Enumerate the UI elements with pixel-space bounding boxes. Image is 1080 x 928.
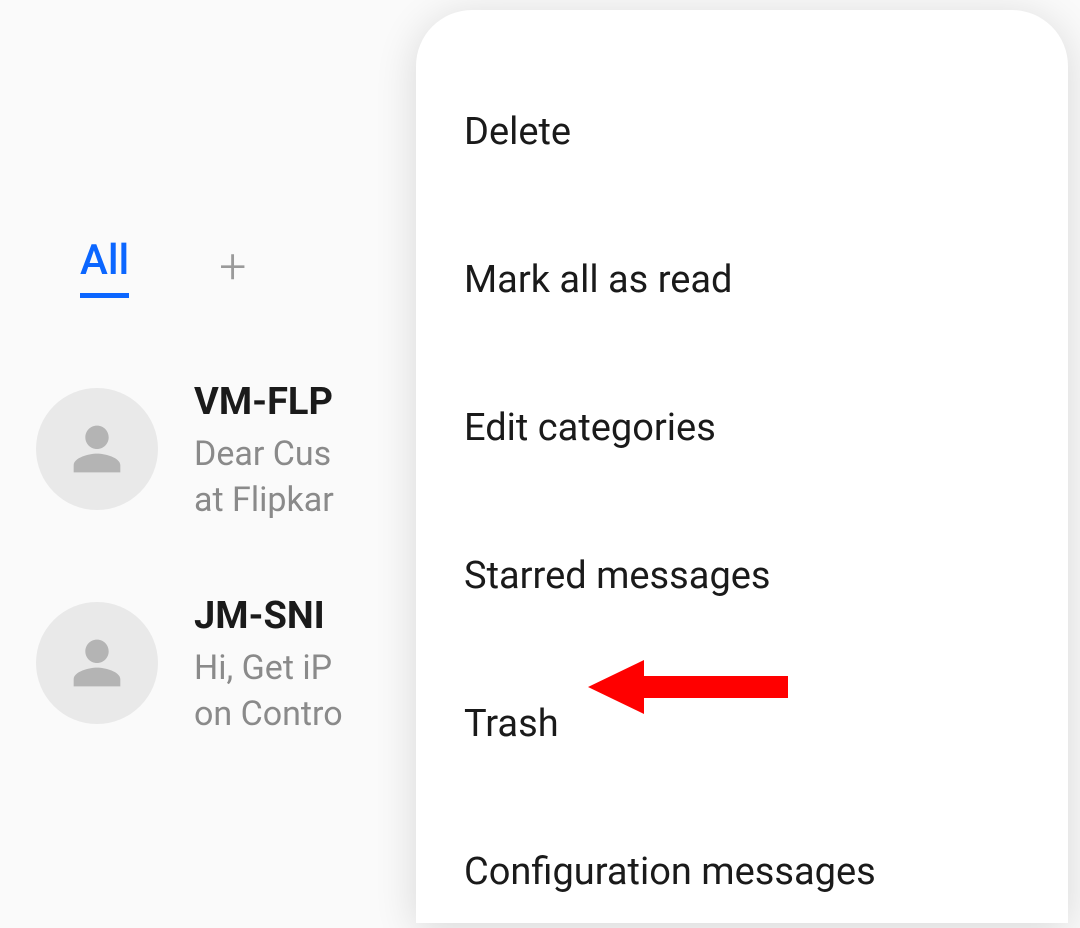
avatar [36,602,158,724]
conversation-row[interactable]: VM-FLP Dear Cus at Flipkar [36,380,466,524]
menu-edit-categories[interactable]: Edit categories [464,372,1020,484]
tabs-bar: All + [80,236,246,298]
menu-starred-messages[interactable]: Starred messages [464,520,1020,632]
conversation-row[interactable]: JM-SNI Hi, Get iP on Contro [36,594,466,738]
conversation-list: VM-FLP Dear Cus at Flipkar JM-SNI Hi, Ge… [36,380,466,808]
menu-trash[interactable]: Trash [464,668,1020,780]
person-icon [69,635,125,691]
add-tab-icon[interactable]: + [219,243,246,291]
menu-delete[interactable]: Delete [464,76,1020,188]
menu-mark-all-read[interactable]: Mark all as read [464,224,1020,336]
tab-all[interactable]: All [80,236,129,298]
menu-configuration-messages[interactable]: Configuration messages [464,816,1020,928]
person-icon [69,421,125,477]
avatar [36,388,158,510]
context-menu: Delete Mark all as read Edit categories … [416,10,1068,923]
